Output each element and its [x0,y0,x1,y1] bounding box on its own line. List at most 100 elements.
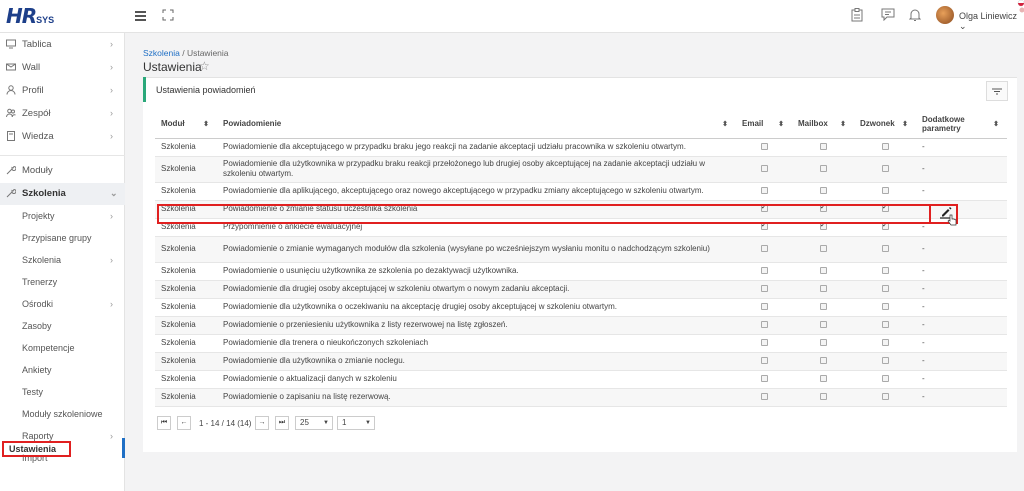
sort-icon[interactable]: ⬍ [722,120,728,128]
column-header-dodatkowe-parametry[interactable]: Dodatkowe parametry ⬍ [916,110,1007,139]
mailbox-checkbox[interactable] [819,321,827,329]
filter-button[interactable] [986,81,1008,101]
dzwonek-checkbox[interactable] [881,393,889,401]
column-header-modul[interactable]: Moduł ⬍ [155,110,217,139]
sidebar-subitem-moduly-szkoleniowe[interactable]: Moduły szkoleniowe [0,404,125,426]
email-checkbox[interactable] [760,267,768,275]
email-checkbox[interactable] [760,143,768,151]
email-checkbox[interactable] [760,357,768,365]
fullscreen-icon[interactable] [162,9,174,21]
dzwonek-checkbox[interactable] [881,267,889,275]
sidebar-subitem-zasoby[interactable]: Zasoby [0,316,125,338]
next-page-button[interactable]: → [255,416,269,430]
sidebar-subitem-trenerzy[interactable]: Trenerzy [0,272,125,294]
cell-modul: Szkolenia [155,316,217,335]
user-name-menu[interactable]: Olga Liniewicz ⌄ [959,11,1024,32]
last-page-button[interactable]: ⏭ [275,416,289,430]
column-header-email[interactable]: Email ⬍ [736,110,792,139]
dzwonek-checkbox[interactable] [881,321,889,329]
dzwonek-checkbox[interactable] [881,357,889,365]
sort-icon[interactable]: ⬍ [203,120,209,128]
mailbox-checkbox[interactable] [819,285,827,293]
sidebar-subitem-testy[interactable]: Testy [0,382,125,404]
dzwonek-checkbox[interactable] [881,245,889,253]
favorite-star-icon[interactable]: ☆ [199,59,210,73]
page-number-value: 1 [342,418,347,427]
email-checkbox[interactable] [760,165,768,173]
mailbox-checkbox[interactable] [819,187,827,195]
sidebar-subitem-szkolenia[interactable]: Szkolenia › [0,250,125,272]
clipboard-icon[interactable] [851,8,863,22]
dzwonek-checkbox[interactable] [881,303,889,311]
email-checkbox[interactable] [760,245,768,253]
dzwonek-checkbox[interactable] [881,187,889,195]
sidebar-item-moduly[interactable]: Moduły [0,160,125,182]
mailbox-checkbox[interactable] [819,245,827,253]
sort-icon[interactable]: ⬍ [902,120,908,128]
mailbox-checkbox[interactable] [819,221,827,231]
column-header-mailbox[interactable]: Mailbox ⬍ [792,110,854,139]
mailbox-checkbox[interactable] [819,393,827,401]
sidebar-item-szkolenia[interactable]: Szkolenia ⌄ [0,183,125,205]
dzwonek-checkbox[interactable] [881,375,889,383]
mailbox-checkbox[interactable] [819,165,827,173]
highlighted-row-outline [157,204,958,224]
mailbox-checkbox[interactable] [819,143,827,151]
column-header-powiadomienie[interactable]: Powiadomienie ⬍ [217,110,736,139]
email-checkbox[interactable] [760,285,768,293]
column-header-dzwonek[interactable]: Dzwonek ⬍ [854,110,916,139]
chevron-right-icon: › [110,299,113,309]
sort-icon[interactable]: ⬍ [840,120,846,128]
email-checkbox[interactable] [760,303,768,311]
sidebar-item-wiedza[interactable]: Wiedza › [0,126,125,148]
menu-toggle-icon[interactable] [135,11,146,21]
mailbox-checkbox[interactable] [819,357,827,365]
email-checkbox[interactable] [760,393,768,401]
sidebar-item-wall[interactable]: Wall › [0,57,125,79]
sort-icon[interactable]: ⬍ [993,120,999,129]
sidebar-item-profil[interactable]: Profil › [0,80,125,102]
mailbox-checkbox[interactable] [819,375,827,383]
dzwonek-checkbox[interactable] [881,221,889,231]
arrow-left-icon: ← [180,419,188,426]
mailbox-checkbox[interactable] [819,303,827,311]
sidebar-item-zespol[interactable]: Zespół › [0,103,125,125]
breadcrumb-link-szkolenia[interactable]: Szkolenia [143,48,180,58]
email-checkbox[interactable] [760,187,768,195]
cell-powiadomienie: Powiadomienie dla akceptującego w przypa… [217,138,736,157]
sidebar-subitem-kompetencje[interactable]: Kompetencje [0,338,125,360]
prev-page-button[interactable]: ← [177,416,191,430]
email-checkbox[interactable] [760,375,768,383]
sidebar-subitem-przypisane-grupy[interactable]: Przypisane grupy [0,228,125,250]
sidebar-item-tablica[interactable]: Tablica › [0,34,125,56]
avatar[interactable] [936,6,954,24]
sort-icon[interactable]: ⬍ [778,120,784,128]
email-checkbox[interactable] [760,339,768,347]
cell-powiadomienie: Powiadomienie dla drugiej osoby akceptuj… [217,280,736,299]
dzwonek-checkbox[interactable] [881,143,889,151]
sidebar-subitem-ustawienia[interactable]: Ustawienia [2,441,71,457]
sidebar-subitem-osrodki[interactable]: Ośrodki › [0,294,125,316]
bell-icon[interactable] [909,8,921,22]
sidebar-subitem-label: Szkolenia [22,255,62,265]
sidebar-subitem-projekty[interactable]: Projekty › [0,206,125,228]
sidebar-subitem-ankiety[interactable]: Ankiety [0,360,125,382]
mailbox-checkbox[interactable] [819,267,827,275]
caret-down-icon: ▼ [323,420,329,426]
book-icon [7,131,15,141]
dzwonek-checkbox[interactable] [881,285,889,293]
page-number-select[interactable]: 1 ▼ [337,416,375,430]
language-flag-icon[interactable] [1013,0,1024,14]
mailbox-checkbox[interactable] [819,339,827,347]
cell-dodatkowe-parametry: - [916,334,1007,353]
page-size-select[interactable]: 25 ▼ [295,416,333,430]
email-checkbox[interactable] [760,221,768,231]
email-checkbox[interactable] [760,321,768,329]
sidebar-subitem-label: Kompetencje [22,343,75,353]
dzwonek-checkbox[interactable] [881,165,889,173]
hrsys-logo[interactable]: HRSYS [6,4,66,30]
dzwonek-checkbox[interactable] [881,339,889,347]
chat-icon[interactable] [881,8,895,21]
first-page-button[interactable]: ⏮ [157,416,171,430]
chevron-right-icon: › [110,39,113,49]
